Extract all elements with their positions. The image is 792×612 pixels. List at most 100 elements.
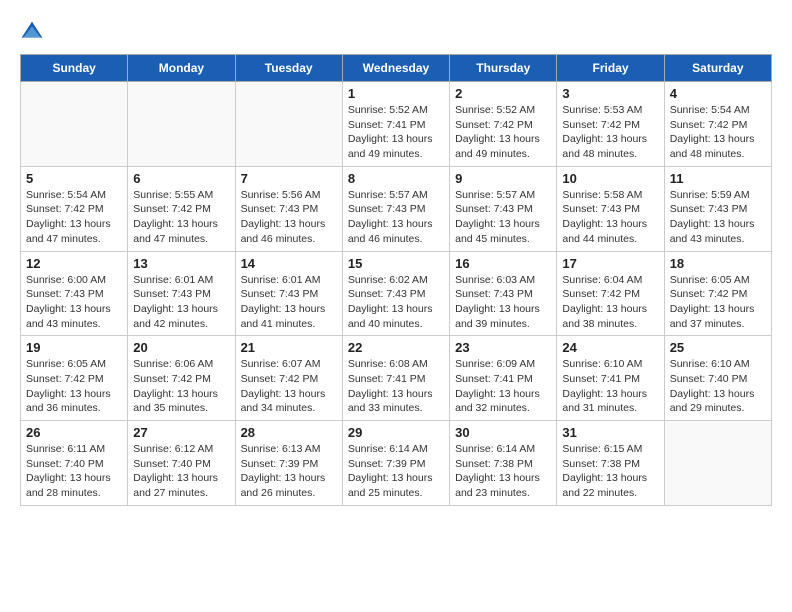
calendar-day-cell: 25 Sunrise: 6:10 AMSunset: 7:40 PMDayligh… [664,336,771,421]
day-number: 20 [133,340,229,355]
calendar-table: SundayMondayTuesdayWednesdayThursdayFrid… [20,54,772,506]
calendar-day-cell: 21 Sunrise: 6:07 AMSunset: 7:42 PMDayligh… [235,336,342,421]
day-of-week-header: Wednesday [342,55,449,82]
day-info: Sunrise: 6:06 AMSunset: 7:42 PMDaylight:… [133,357,229,416]
day-info: Sunrise: 6:11 AMSunset: 7:40 PMDaylight:… [26,442,122,501]
day-number: 14 [241,256,337,271]
calendar-day-cell: 4Sunrise: 5:54 AMSunset: 7:42 PMDaylight… [664,82,771,167]
day-info: Sunrise: 6:13 AMSunset: 7:39 PMDaylight:… [241,442,337,501]
day-info: Sunrise: 5:59 AMSunset: 7:43 PMDaylight:… [670,188,766,247]
calendar-week-row: 19 Sunrise: 6:05 AMSunset: 7:42 PMDayligh… [21,336,772,421]
day-info: Sunrise: 6:10 AMSunset: 7:41 PMDaylight:… [562,357,658,416]
calendar-day-cell: 28 Sunrise: 6:13 AMSunset: 7:39 PMDayligh… [235,421,342,506]
day-number: 22 [348,340,444,355]
page-header [20,20,772,44]
calendar-day-cell: 22Sunrise: 6:08 AMSunset: 7:41 PMDayligh… [342,336,449,421]
calendar-day-cell: 24 Sunrise: 6:10 AMSunset: 7:41 PMDayligh… [557,336,664,421]
calendar-day-cell: 19 Sunrise: 6:05 AMSunset: 7:42 PMDayligh… [21,336,128,421]
calendar-day-cell: 7Sunrise: 5:56 AMSunset: 7:43 PMDaylight… [235,166,342,251]
calendar-week-row: 1 Sunrise: 5:52 AMSunset: 7:41 PMDaylight… [21,82,772,167]
day-number: 27 [133,425,229,440]
day-number: 29 [348,425,444,440]
day-info: Sunrise: 6:14 AMSunset: 7:39 PMDaylight:… [348,442,444,501]
calendar-day-cell: 27 Sunrise: 6:12 AMSunset: 7:40 PMDayligh… [128,421,235,506]
calendar-day-cell: 12Sunrise: 6:00 AMSunset: 7:43 PMDayligh… [21,251,128,336]
day-number: 8 [348,171,444,186]
day-number: 21 [241,340,337,355]
day-info: Sunrise: 6:15 AMSunset: 7:38 PMDaylight:… [562,442,658,501]
calendar-day-cell: 23Sunrise: 6:09 AMSunset: 7:41 PMDayligh… [450,336,557,421]
calendar-day-cell: 5 Sunrise: 5:54 AMSunset: 7:42 PMDaylight… [21,166,128,251]
day-number: 24 [562,340,658,355]
day-number: 28 [241,425,337,440]
day-info: Sunrise: 6:00 AMSunset: 7:43 PMDaylight:… [26,273,122,332]
calendar-day-cell [128,82,235,167]
calendar-week-row: 5 Sunrise: 5:54 AMSunset: 7:42 PMDaylight… [21,166,772,251]
day-number: 19 [26,340,122,355]
day-number: 7 [241,171,337,186]
calendar-day-cell: 11Sunrise: 5:59 AMSunset: 7:43 PMDayligh… [664,166,771,251]
day-number: 4 [670,86,766,101]
logo [20,20,48,44]
day-of-week-header: Monday [128,55,235,82]
calendar-day-cell: 3 Sunrise: 5:53 AMSunset: 7:42 PMDaylight… [557,82,664,167]
day-info: Sunrise: 6:14 AMSunset: 7:38 PMDaylight:… [455,442,551,501]
day-info: Sunrise: 5:53 AMSunset: 7:42 PMDaylight:… [562,103,658,162]
day-number: 17 [562,256,658,271]
day-of-week-header: Tuesday [235,55,342,82]
day-number: 16 [455,256,551,271]
calendar-day-cell: 29 Sunrise: 6:14 AMSunset: 7:39 PMDayligh… [342,421,449,506]
day-number: 26 [26,425,122,440]
calendar-day-cell: 13Sunrise: 6:01 AMSunset: 7:43 PMDayligh… [128,251,235,336]
calendar-day-cell: 8 Sunrise: 5:57 AMSunset: 7:43 PMDaylight… [342,166,449,251]
day-info: Sunrise: 5:58 AMSunset: 7:43 PMDaylight:… [562,188,658,247]
day-info: Sunrise: 6:07 AMSunset: 7:42 PMDaylight:… [241,357,337,416]
calendar-header-row: SundayMondayTuesdayWednesdayThursdayFrid… [21,55,772,82]
day-number: 18 [670,256,766,271]
day-info: Sunrise: 5:54 AMSunset: 7:42 PMDaylight:… [26,188,122,247]
day-number: 5 [26,171,122,186]
calendar-week-row: 26 Sunrise: 6:11 AMSunset: 7:40 PMDayligh… [21,421,772,506]
calendar-day-cell: 2 Sunrise: 5:52 AMSunset: 7:42 PMDaylight… [450,82,557,167]
day-info: Sunrise: 5:55 AMSunset: 7:42 PMDaylight:… [133,188,229,247]
day-info: Sunrise: 6:12 AMSunset: 7:40 PMDaylight:… [133,442,229,501]
day-of-week-header: Saturday [664,55,771,82]
day-info: Sunrise: 6:05 AMSunset: 7:42 PMDaylight:… [670,273,766,332]
day-number: 6 [133,171,229,186]
day-of-week-header: Sunday [21,55,128,82]
calendar-day-cell: 17 Sunrise: 6:04 AMSunset: 7:42 PMDayligh… [557,251,664,336]
calendar-day-cell: 10 Sunrise: 5:58 AMSunset: 7:43 PMDayligh… [557,166,664,251]
day-number: 9 [455,171,551,186]
day-number: 30 [455,425,551,440]
calendar-day-cell: 16 Sunrise: 6:03 AMSunset: 7:43 PMDayligh… [450,251,557,336]
day-info: Sunrise: 6:10 AMSunset: 7:40 PMDaylight:… [670,357,766,416]
calendar-day-cell: 31 Sunrise: 6:15 AMSunset: 7:38 PMDayligh… [557,421,664,506]
day-info: Sunrise: 6:04 AMSunset: 7:42 PMDaylight:… [562,273,658,332]
day-of-week-header: Friday [557,55,664,82]
day-number: 1 [348,86,444,101]
day-number: 13 [133,256,229,271]
day-number: 3 [562,86,658,101]
day-info: Sunrise: 5:52 AMSunset: 7:42 PMDaylight:… [455,103,551,162]
logo-icon [20,20,44,44]
day-info: Sunrise: 6:05 AMSunset: 7:42 PMDaylight:… [26,357,122,416]
day-number: 10 [562,171,658,186]
calendar-day-cell: 30 Sunrise: 6:14 AMSunset: 7:38 PMDayligh… [450,421,557,506]
day-number: 23 [455,340,551,355]
day-number: 2 [455,86,551,101]
day-info: Sunrise: 5:57 AMSunset: 7:43 PMDaylight:… [455,188,551,247]
calendar-day-cell: 1 Sunrise: 5:52 AMSunset: 7:41 PMDaylight… [342,82,449,167]
calendar-day-cell: 20 Sunrise: 6:06 AMSunset: 7:42 PMDayligh… [128,336,235,421]
calendar-day-cell: 6 Sunrise: 5:55 AMSunset: 7:42 PMDaylight… [128,166,235,251]
day-info: Sunrise: 5:57 AMSunset: 7:43 PMDaylight:… [348,188,444,247]
calendar-day-cell: 9 Sunrise: 5:57 AMSunset: 7:43 PMDaylight… [450,166,557,251]
day-of-week-header: Thursday [450,55,557,82]
day-info: Sunrise: 6:03 AMSunset: 7:43 PMDaylight:… [455,273,551,332]
calendar-day-cell: 18 Sunrise: 6:05 AMSunset: 7:42 PMDayligh… [664,251,771,336]
day-number: 25 [670,340,766,355]
day-info: Sunrise: 6:02 AMSunset: 7:43 PMDaylight:… [348,273,444,332]
day-info: Sunrise: 6:01 AMSunset: 7:43 PMDaylight:… [241,273,337,332]
calendar-day-cell [664,421,771,506]
day-info: Sunrise: 5:52 AMSunset: 7:41 PMDaylight:… [348,103,444,162]
day-number: 31 [562,425,658,440]
